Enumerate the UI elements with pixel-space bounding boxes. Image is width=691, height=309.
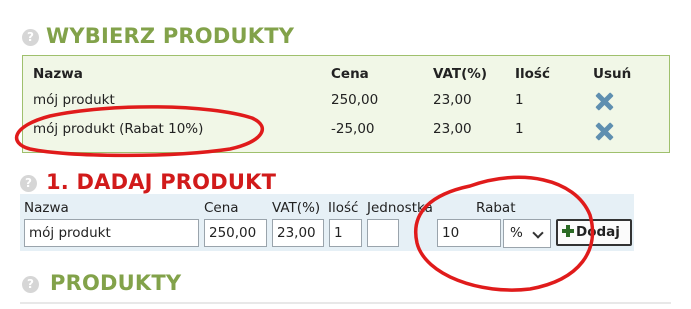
label-discount: Rabat	[476, 200, 516, 216]
row-name: mój produkt	[33, 92, 115, 108]
row-qty: 1	[515, 121, 524, 137]
section-title-products: PRODUKTY	[50, 271, 182, 295]
label-vat: VAT(%)	[272, 200, 321, 216]
column-header-vat: VAT(%)	[433, 66, 488, 82]
name-field[interactable]	[24, 219, 199, 247]
section-title-add-product: 1. DADAJ PRODUKT	[46, 170, 277, 194]
label-unit: Jednostka	[367, 200, 433, 216]
column-header-name: Nazwa	[33, 66, 83, 82]
vat-field[interactable]	[272, 219, 324, 247]
row-vat: 23,00	[433, 121, 472, 137]
add-button-label: Dodaj	[576, 224, 620, 240]
help-icon: ?	[22, 276, 39, 293]
delete-x-icon[interactable]	[595, 122, 613, 140]
row-name: mój produkt (Rabat 10%)	[33, 121, 204, 137]
add-product-button[interactable]: Dodaj	[556, 219, 632, 246]
column-header-qty: Ilość	[515, 66, 550, 82]
label-qty: Ilość	[328, 200, 359, 216]
delete-x-icon[interactable]	[595, 92, 613, 110]
column-header-remove: Usuń	[593, 66, 632, 82]
section-title-selected-products: WYBIERZ PRODUKTY	[46, 24, 295, 48]
chevron-down-icon	[532, 227, 544, 239]
discount-type-value: %	[510, 225, 523, 241]
row-qty: 1	[515, 92, 524, 108]
discount-type-select[interactable]: %	[503, 219, 551, 248]
row-price: 250,00	[331, 92, 379, 108]
row-price: -25,00	[331, 121, 375, 137]
row-vat: 23,00	[433, 92, 472, 108]
help-icon: ?	[20, 175, 37, 192]
qty-field[interactable]	[329, 219, 362, 247]
price-field[interactable]	[204, 219, 267, 247]
divider	[20, 302, 671, 304]
column-header-price: Cena	[331, 66, 369, 82]
help-icon: ?	[22, 29, 39, 46]
plus-icon	[562, 225, 574, 237]
label-price: Cena	[204, 200, 239, 216]
label-name: Nazwa	[24, 200, 69, 216]
unit-field[interactable]	[367, 219, 399, 247]
discount-field[interactable]	[437, 219, 501, 247]
